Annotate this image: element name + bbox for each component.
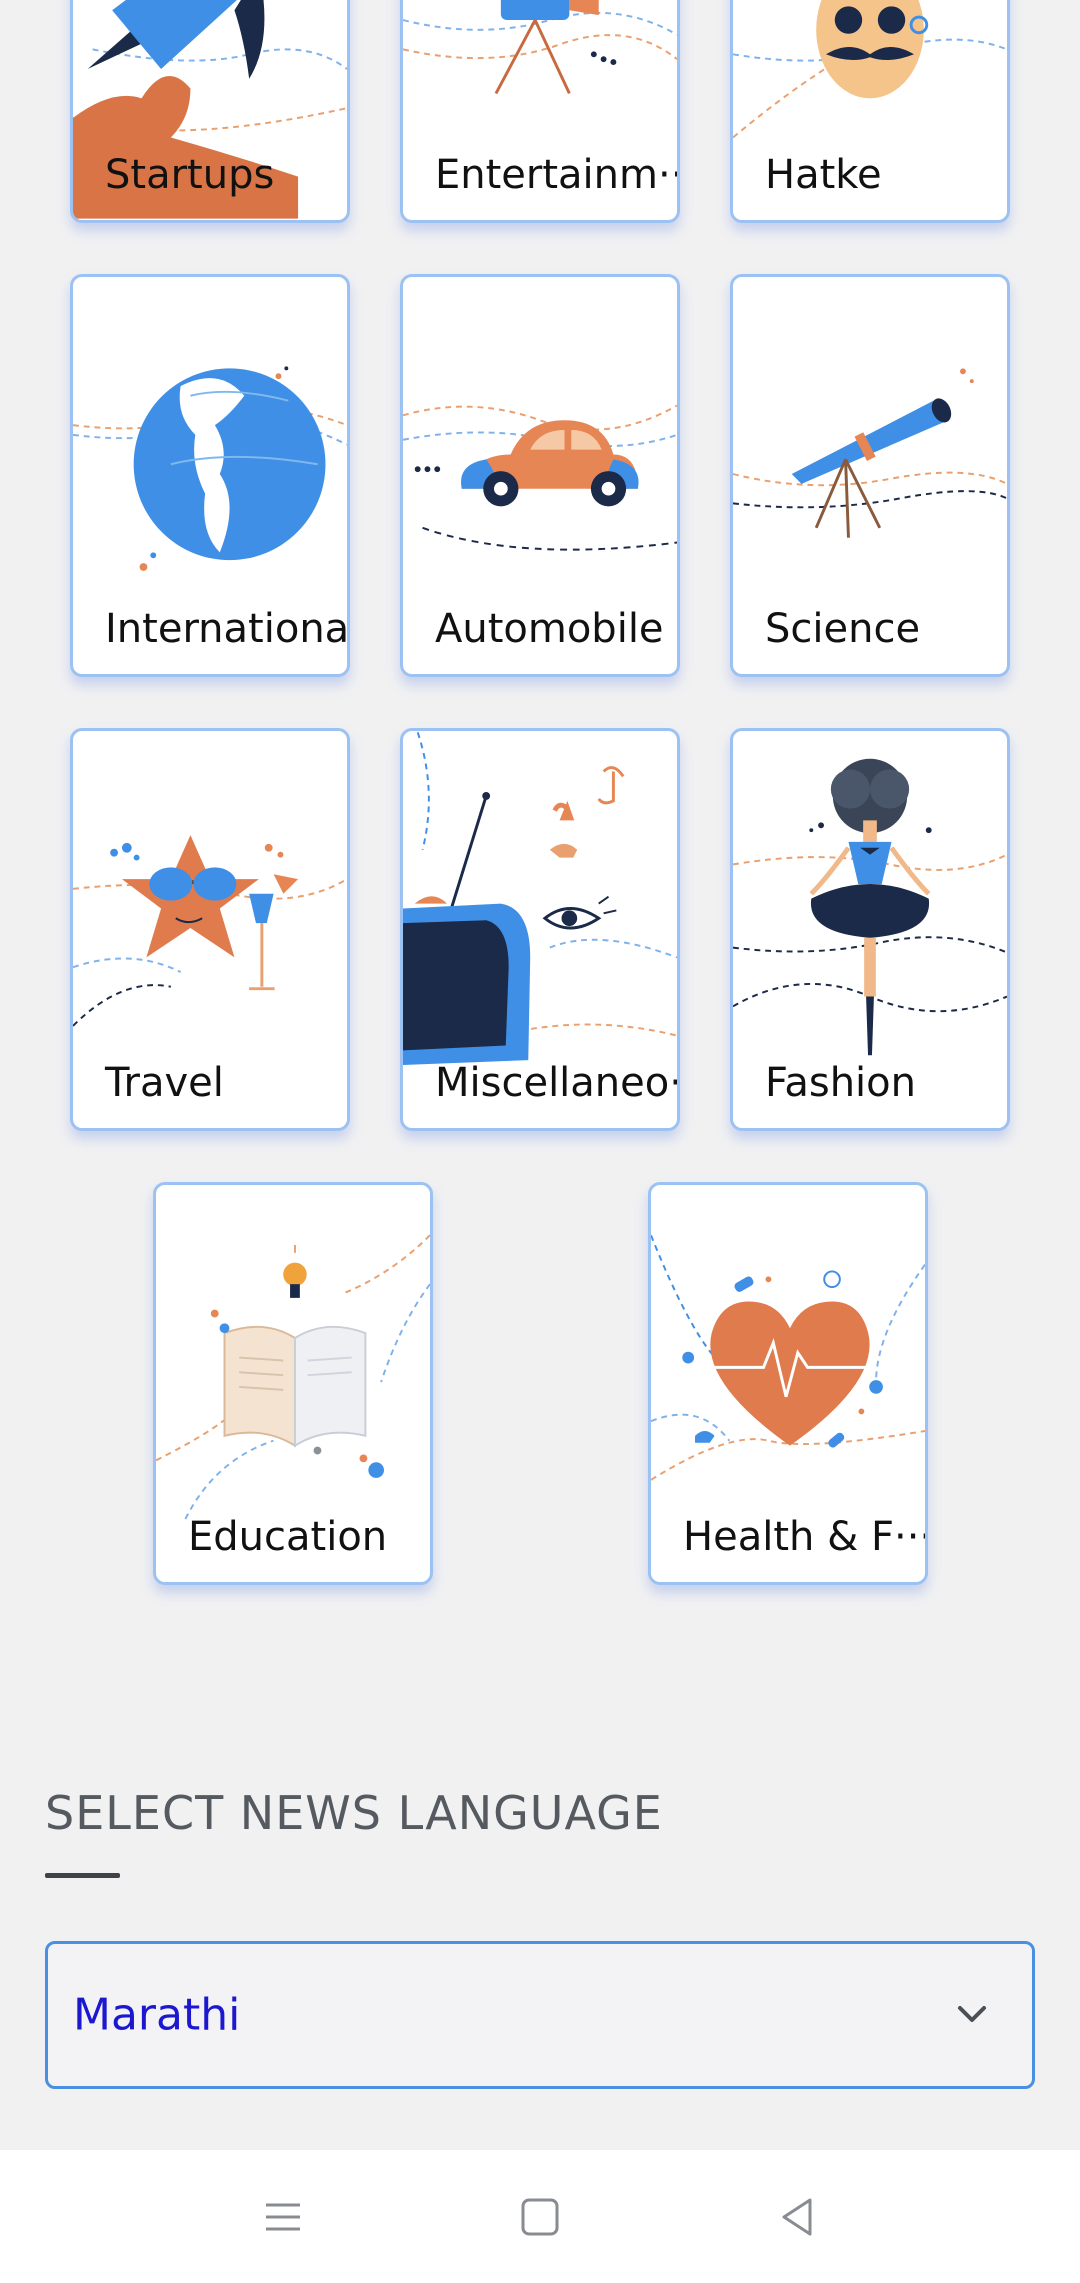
section-title: SELECT NEWS LANGUAGE — [45, 1786, 663, 1840]
back-icon[interactable] — [772, 2192, 822, 2242]
category-card-hatke[interactable]: Hatke — [730, 0, 1010, 223]
category-label: Startups — [105, 152, 275, 198]
category-label: Travel — [105, 1060, 224, 1106]
category-label: Hatke — [765, 152, 882, 198]
category-label: International — [105, 606, 350, 652]
category-card-startups[interactable]: Startups — [70, 0, 350, 223]
title-underline — [45, 1873, 120, 1878]
category-card-science[interactable]: Science — [730, 274, 1010, 677]
category-card-miscellaneous[interactable]: Miscellaneo··· — [400, 728, 680, 1131]
system-navigation-bar — [0, 2150, 1080, 2283]
category-label: Miscellaneo··· — [435, 1060, 680, 1106]
category-card-health-fitness[interactable]: Health & F··· — [648, 1182, 928, 1585]
chevron-down-icon — [958, 2006, 986, 2022]
home-icon[interactable] — [515, 2192, 565, 2242]
category-label: Entertainm··· — [435, 152, 680, 198]
language-select[interactable]: Marathi — [45, 1941, 1035, 2089]
category-label: Science — [765, 606, 921, 652]
category-card-international[interactable]: International — [70, 274, 350, 677]
category-label: Health & F··· — [683, 1514, 928, 1560]
category-card-education[interactable]: Education — [153, 1182, 433, 1585]
category-card-entertainment[interactable]: Entertainm··· — [400, 0, 680, 223]
language-select-value: Marathi — [73, 1989, 241, 2041]
menu-icon[interactable] — [258, 2192, 308, 2242]
category-label: Automobile — [435, 606, 664, 652]
category-card-travel[interactable]: Travel — [70, 728, 350, 1131]
category-card-fashion[interactable]: Fashion — [730, 728, 1010, 1131]
category-card-automobile[interactable]: Automobile — [400, 274, 680, 677]
category-label: Fashion — [765, 1060, 916, 1106]
category-label: Education — [188, 1514, 388, 1560]
